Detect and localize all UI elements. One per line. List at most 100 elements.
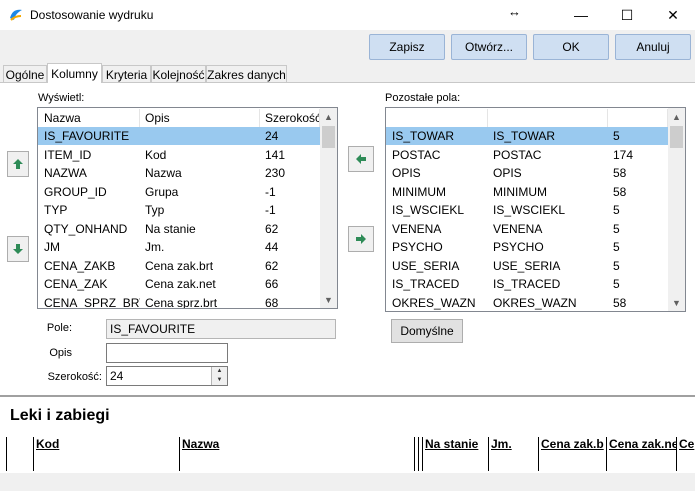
cancel-button[interactable]: Anuluj (615, 34, 691, 60)
row-description-cell: USE_SERIA (493, 258, 561, 273)
scroll-up-icon[interactable]: ▲ (668, 108, 685, 125)
table-row[interactable]: IS_FAVOURITE 24 (38, 127, 320, 145)
table-row[interactable]: USE_SERIA USE_SERIA 5 (386, 257, 668, 275)
table-row[interactable]: PSYCHO PSYCHO 5 (386, 238, 668, 256)
move-up-button[interactable] (7, 151, 29, 177)
table-row[interactable]: ITEM_ID Kod 141 (38, 146, 320, 164)
maximize-icon: ☐ (620, 6, 634, 23)
row-description-cell: Cena sprz.brt (145, 295, 218, 309)
minimize-button[interactable]: — (558, 0, 604, 30)
description-label: Opis (49, 347, 72, 359)
table-row[interactable]: CENA_SPRZ_BRT Cena sprz.brt 68 (38, 294, 320, 309)
preview-col-unit: Jm. (488, 437, 538, 471)
remaining-fields-grid[interactable]: IS_TOWAR IS_TOWAR 5 POSTAC POSTAC 174 OPIS OPIS… (385, 107, 686, 312)
table-row[interactable]: IS_TRACED IS_TRACED 5 (386, 275, 668, 293)
default-button[interactable]: Domyślne (391, 319, 463, 343)
table-row[interactable]: OKRES_WAZN OKRES_WAZN 58 (386, 294, 668, 312)
move-down-button[interactable] (7, 236, 29, 262)
width-label: Szerokość: (47, 371, 102, 383)
row-width-cell: 5 (613, 203, 620, 217)
row-width-cell: 58 (613, 184, 627, 199)
table-row[interactable]: IS_WSCIEKL IS_WSCIEKL 5 (386, 201, 668, 219)
row-name-cell: MINIMUM (392, 184, 446, 199)
row-description-cell: PSYCHO (493, 240, 544, 254)
row-description-cell: IS_TOWAR (493, 129, 556, 143)
spin-up-icon[interactable]: ▲ (212, 367, 227, 376)
scroll-thumb[interactable] (322, 126, 335, 148)
row-description-cell (140, 127, 260, 145)
row-name-cell: GROUP_ID (44, 184, 107, 199)
row-width-cell: 5 (613, 277, 620, 291)
row-description-cell: Na stanie (145, 221, 196, 236)
table-row[interactable]: QTY_ONHAND Na stanie 62 (38, 220, 320, 238)
table-row[interactable]: IS_TOWAR IS_TOWAR 5 (386, 127, 668, 145)
tab-order[interactable]: Kolejność (151, 65, 206, 83)
row-name-cell: NAZWA (44, 166, 87, 180)
right-scrollbar[interactable]: ▲ ▼ (668, 108, 685, 311)
row-width-cell: 58 (613, 295, 627, 310)
table-row[interactable]: CENA_ZAKB Cena zak.brt 62 (38, 257, 320, 275)
table-row[interactable]: MINIMUM MINIMUM 58 (386, 183, 668, 201)
scroll-down-icon[interactable]: ▼ (668, 294, 685, 311)
open-button[interactable]: Otwórz... (451, 34, 527, 60)
print-preview: Leki i zabiegi Kod Nazwa Na stanie Jm. C… (0, 395, 695, 491)
row-width-cell: 58 (613, 166, 627, 180)
tab-general[interactable]: Ogólne (3, 65, 47, 83)
close-button[interactable]: ✕ (650, 0, 695, 30)
title-bar: Dostosowanie wydruku ↔ — ☐ ✕ (0, 0, 695, 30)
tab-data-range[interactable]: Zakres danych (206, 65, 287, 83)
scroll-thumb[interactable] (670, 126, 683, 148)
remove-column-button[interactable] (348, 226, 374, 252)
header-name[interactable]: Nazwa (39, 109, 140, 127)
table-row[interactable]: NAZWA Nazwa 230 (38, 164, 320, 182)
window-title: Dostosowanie wydruku (30, 8, 154, 22)
header-blank-2[interactable] (488, 109, 608, 127)
arrow-left-icon (356, 154, 366, 164)
preview-scroll-strip[interactable] (0, 473, 695, 491)
preview-col-price-net: Cena zak.ne (606, 437, 676, 471)
table-row[interactable]: GROUP_ID Grupa -1 (38, 183, 320, 201)
left-scrollbar[interactable]: ▲ ▼ (320, 108, 337, 308)
row-name-cell: IS_FAVOURITE (44, 129, 130, 143)
table-row[interactable]: POSTAC POSTAC 174 (386, 146, 668, 164)
row-name-cell: QTY_ONHAND (44, 221, 128, 236)
save-button[interactable]: Zapisz (369, 34, 445, 60)
row-name-cell: USE_SERIA (392, 258, 460, 273)
maximize-button[interactable]: ☐ (604, 0, 650, 30)
table-row[interactable]: OPIS OPIS 58 (386, 164, 668, 182)
row-name-cell: JM (44, 240, 60, 254)
preview-col-marker (6, 437, 33, 471)
table-row[interactable]: VENENA VENENA 5 (386, 220, 668, 238)
visible-columns-grid[interactable]: Nazwa Opis Szerokość IS_FAVOURITE 24 ITEM_… (37, 107, 338, 309)
ok-button[interactable]: OK (533, 34, 609, 60)
tab-criteria[interactable]: Kryteria (102, 65, 151, 83)
header-blank-1[interactable] (387, 109, 488, 127)
row-name-cell: VENENA (392, 221, 442, 236)
description-input[interactable] (106, 343, 228, 363)
columns-panel: Wyświetl: Pozostałe pola: Nazwa Opis Sze… (0, 82, 695, 395)
scroll-up-icon[interactable]: ▲ (320, 108, 337, 125)
row-width-cell: 44 (265, 240, 279, 254)
row-name-cell: PSYCHO (392, 240, 443, 254)
tab-strip: Ogólne Kolumny Kryteria Kolejność Zakres… (0, 63, 695, 83)
scroll-down-icon[interactable]: ▼ (320, 291, 337, 308)
row-description-cell: Typ (145, 203, 165, 217)
resize-icon[interactable]: ↔ (508, 4, 521, 19)
app-icon (10, 9, 22, 21)
width-stepper[interactable]: 24 ▲ ▼ (106, 366, 228, 386)
row-description-cell: Cena zak.net (145, 277, 216, 291)
tab-columns[interactable]: Kolumny (47, 63, 102, 83)
add-column-button[interactable] (348, 146, 374, 172)
table-row[interactable]: JM Jm. 44 (38, 238, 320, 256)
table-row[interactable]: CENA_ZAK Cena zak.net 66 (38, 275, 320, 293)
header-width[interactable]: Szerokość (260, 109, 320, 127)
table-row[interactable]: TYP Typ -1 (38, 201, 320, 219)
spin-down-icon[interactable]: ▼ (212, 376, 227, 385)
row-width-cell: 5 (613, 240, 620, 254)
grid-header: Nazwa Opis Szerokość (38, 109, 320, 127)
row-name-cell: IS_TRACED (392, 277, 460, 291)
row-description-cell: Kod (145, 147, 167, 162)
header-description[interactable]: Opis (140, 109, 260, 127)
header-blank-3[interactable] (608, 109, 668, 127)
spin-buttons[interactable]: ▲ ▼ (211, 367, 227, 385)
